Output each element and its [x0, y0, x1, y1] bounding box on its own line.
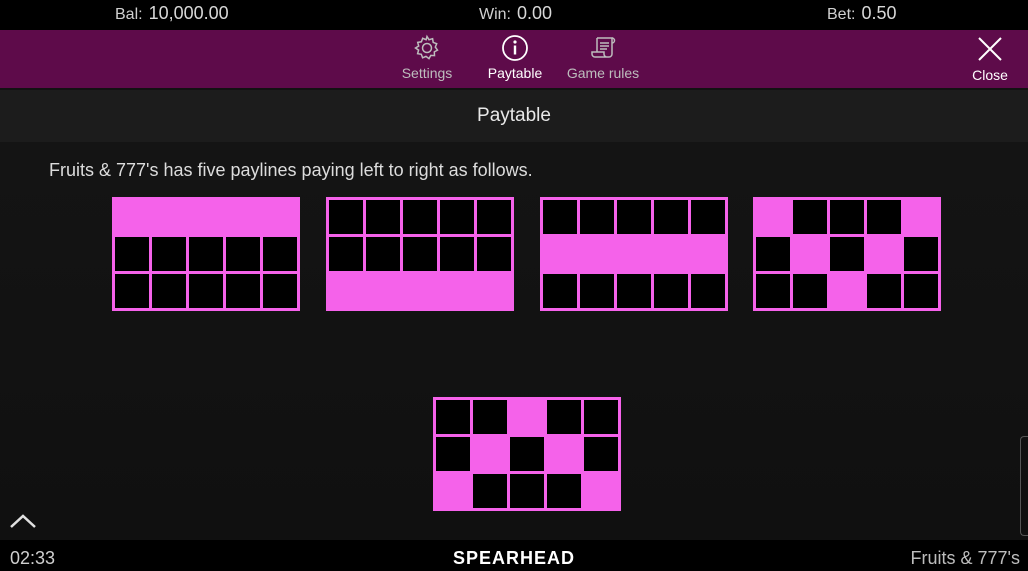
reel-cell — [904, 237, 938, 271]
status-bar: Bal: 10,000.00 Win: 0.00 Bet: 0.50 — [0, 0, 1028, 30]
settings-button[interactable]: Settings — [397, 30, 457, 88]
reel-cell — [867, 274, 901, 308]
reel-cell — [584, 400, 618, 434]
game-rules-label: Game rules — [566, 65, 640, 81]
reel-cell — [543, 200, 577, 234]
reel-cell — [436, 400, 470, 434]
reel-cell — [152, 274, 186, 308]
reel-cell — [329, 200, 363, 234]
settings-label: Settings — [401, 65, 453, 81]
brand-logo: SPEARHEAD — [452, 548, 576, 568]
reel-cell — [263, 274, 297, 308]
reel-cell — [473, 400, 507, 434]
reel-cell — [440, 237, 474, 271]
reel-cell — [263, 237, 297, 271]
reel-cell — [830, 237, 864, 271]
reel-cell — [477, 200, 511, 234]
chevron-up-icon — [10, 514, 36, 528]
reel-cell — [226, 274, 260, 308]
close-label: Close — [972, 67, 1008, 83]
reel-cell — [547, 400, 581, 434]
reel-cell — [115, 274, 149, 308]
gear-icon — [414, 34, 439, 60]
reel-cell — [756, 274, 790, 308]
payline-1-grid — [112, 197, 300, 311]
win-value: 0.00 — [517, 3, 553, 23]
paytable-label: Paytable — [487, 65, 543, 81]
reel-cell — [654, 200, 688, 234]
reel-cell — [580, 200, 614, 234]
page-title: Paytable — [0, 90, 1028, 142]
reel-cell — [189, 237, 223, 271]
reel-cell — [830, 200, 864, 234]
reel-cell — [510, 437, 544, 471]
payline-5-grid — [433, 397, 621, 511]
reel-cell — [473, 474, 507, 508]
bet-label: Bet: — [827, 6, 856, 23]
reel-cell — [617, 200, 651, 234]
reel-cell — [403, 237, 437, 271]
reel-cell — [793, 200, 827, 234]
reel-cell — [226, 237, 260, 271]
reel-cell — [436, 437, 470, 471]
payline-4-grid — [753, 197, 941, 311]
payline-2-grid — [326, 197, 514, 311]
game-rules-button[interactable]: Game rules — [562, 30, 644, 88]
reel-cell — [756, 237, 790, 271]
reel-cell — [617, 274, 651, 308]
paytable-intro: Fruits & 777's has five paylines paying … — [49, 160, 533, 180]
reel-cell — [115, 237, 149, 271]
reel-cell — [403, 200, 437, 234]
balance-display: Bal: 10,000.00 — [115, 3, 229, 24]
reel-cell — [329, 237, 363, 271]
bet-value: 0.50 — [861, 3, 897, 23]
footer-bar: 02:33 SPEARHEAD Fruits & 777's — [0, 540, 1028, 571]
reel-cell — [477, 237, 511, 271]
reel-cell — [547, 474, 581, 508]
reel-cell — [543, 274, 577, 308]
reel-cell — [691, 200, 725, 234]
reel-cell — [584, 437, 618, 471]
menu-bar: Settings Paytable Game rules Close — [0, 30, 1028, 88]
reel-cell — [580, 274, 614, 308]
balance-value: 10,000.00 — [148, 3, 229, 23]
balance-label: Bal: — [115, 6, 143, 23]
reel-cell — [366, 237, 400, 271]
reel-cell — [904, 274, 938, 308]
scroll-up-button[interactable] — [8, 510, 38, 532]
scroll-icon — [591, 37, 616, 58]
scrollbar[interactable] — [1020, 436, 1028, 536]
paytable-button[interactable]: Paytable — [482, 30, 548, 88]
payline-3-grid — [540, 197, 728, 311]
reel-cell — [691, 274, 725, 308]
win-label: Win: — [479, 6, 511, 23]
reel-cell — [440, 200, 474, 234]
reel-cell — [793, 274, 827, 308]
info-icon — [502, 35, 528, 61]
reel-cell — [152, 237, 186, 271]
reel-cell — [510, 474, 544, 508]
win-display: Win: 0.00 — [479, 3, 552, 24]
reel-cell — [654, 274, 688, 308]
reel-cell — [366, 200, 400, 234]
reel-cell — [189, 274, 223, 308]
reel-cell — [867, 200, 901, 234]
game-name: Fruits & 777's — [910, 548, 1020, 568]
bet-display: Bet: 0.50 — [827, 3, 897, 24]
close-icon — [978, 37, 1002, 61]
close-button[interactable]: Close — [966, 30, 1014, 88]
